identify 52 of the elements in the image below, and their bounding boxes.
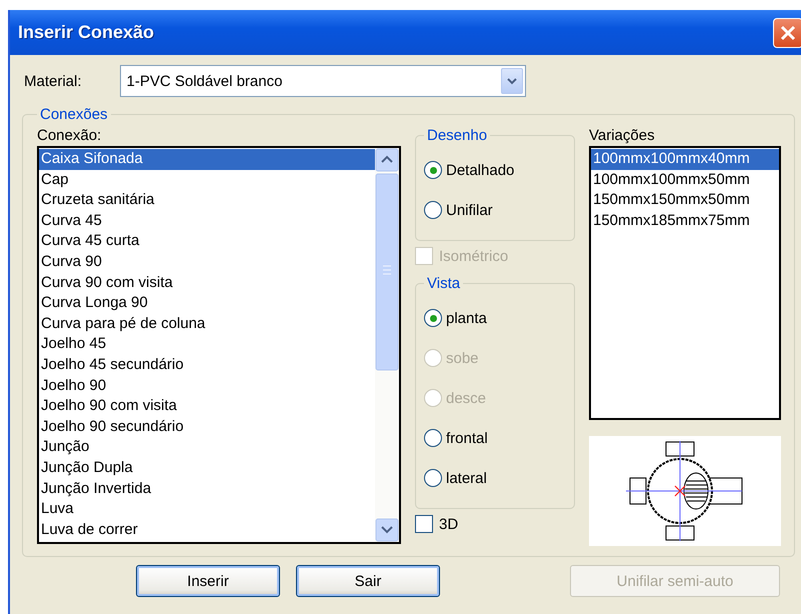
checkbox-label: Isométrico <box>439 248 508 264</box>
list-item[interactable]: Joelho 90 com visita <box>39 396 375 417</box>
radio-label: sobe <box>446 350 479 366</box>
list-item[interactable]: Curva 45 curta <box>39 231 375 252</box>
checkbox[interactable] <box>415 515 433 533</box>
radio-label: Detalhado <box>446 162 514 178</box>
material-label: Material: <box>24 72 82 90</box>
list-label: Conexão: <box>37 127 102 144</box>
close-button[interactable] <box>773 18 801 48</box>
material-dropdown[interactable]: 1-PVC Soldável branco <box>120 65 526 97</box>
list-item[interactable]: 100mmx100mmx50mm <box>591 170 779 190</box>
window-title: Inserir Conexão <box>18 22 154 43</box>
scrollbar[interactable] <box>375 148 399 542</box>
group-title: Conexões <box>39 106 109 123</box>
radio-button[interactable] <box>424 429 442 447</box>
list-item[interactable]: Junção <box>39 437 375 458</box>
radio-button[interactable] <box>424 201 442 219</box>
radio-button[interactable] <box>424 469 442 487</box>
radio-label: Unifilar <box>446 202 493 218</box>
dialog-button[interactable]: Sair <box>296 565 440 597</box>
list-item[interactable]: Curva 90 <box>39 252 375 273</box>
radio-label: desce <box>446 390 486 406</box>
list-item[interactable]: 150mmx150mmx50mm <box>591 190 779 211</box>
list-item[interactable]: Cruzeta sanitária <box>39 190 375 211</box>
dialog-button[interactable]: Inserir <box>136 565 280 597</box>
chevron-down-icon <box>506 78 517 84</box>
list-item[interactable]: Curva para pé de coluna <box>39 314 375 334</box>
list-item[interactable]: Junção Dupla <box>39 458 375 478</box>
list-item[interactable]: Curva 45 <box>39 210 375 232</box>
radio-button[interactable] <box>424 161 442 179</box>
list-item[interactable]: Joelho 45 secundário <box>39 354 375 376</box>
group-title: Desenho <box>426 127 488 144</box>
list-item[interactable]: Luva <box>39 499 375 520</box>
group-title: Vista <box>426 275 462 292</box>
list-item[interactable]: 150mmx185mmx75mm <box>591 210 779 232</box>
list-item[interactable]: Cap <box>39 170 375 190</box>
checkbox-label: 3D <box>439 516 458 532</box>
list-item[interactable]: Joelho 90 secundário <box>39 416 375 438</box>
list-item[interactable]: Curva 90 com visita <box>39 272 375 294</box>
list-item[interactable]: Joelho 45 <box>39 334 375 355</box>
list-item[interactable]: Luva de correr <box>39 520 375 540</box>
list-item[interactable]: 100mmx100mmx40mm <box>591 149 779 170</box>
list-label: Variações <box>589 127 656 144</box>
radio-button[interactable] <box>424 309 442 327</box>
list-item[interactable]: Caixa Sifonada <box>39 149 375 170</box>
list-item[interactable]: Joelho 90 <box>39 376 375 396</box>
radio-label: lateral <box>446 470 487 486</box>
list-item[interactable]: Junção Invertida <box>39 478 375 500</box>
list-item[interactable]: Curva Longa 90 <box>39 293 375 314</box>
radio-label: frontal <box>446 430 488 446</box>
close-icon <box>779 24 797 42</box>
radio-label: planta <box>446 310 487 326</box>
